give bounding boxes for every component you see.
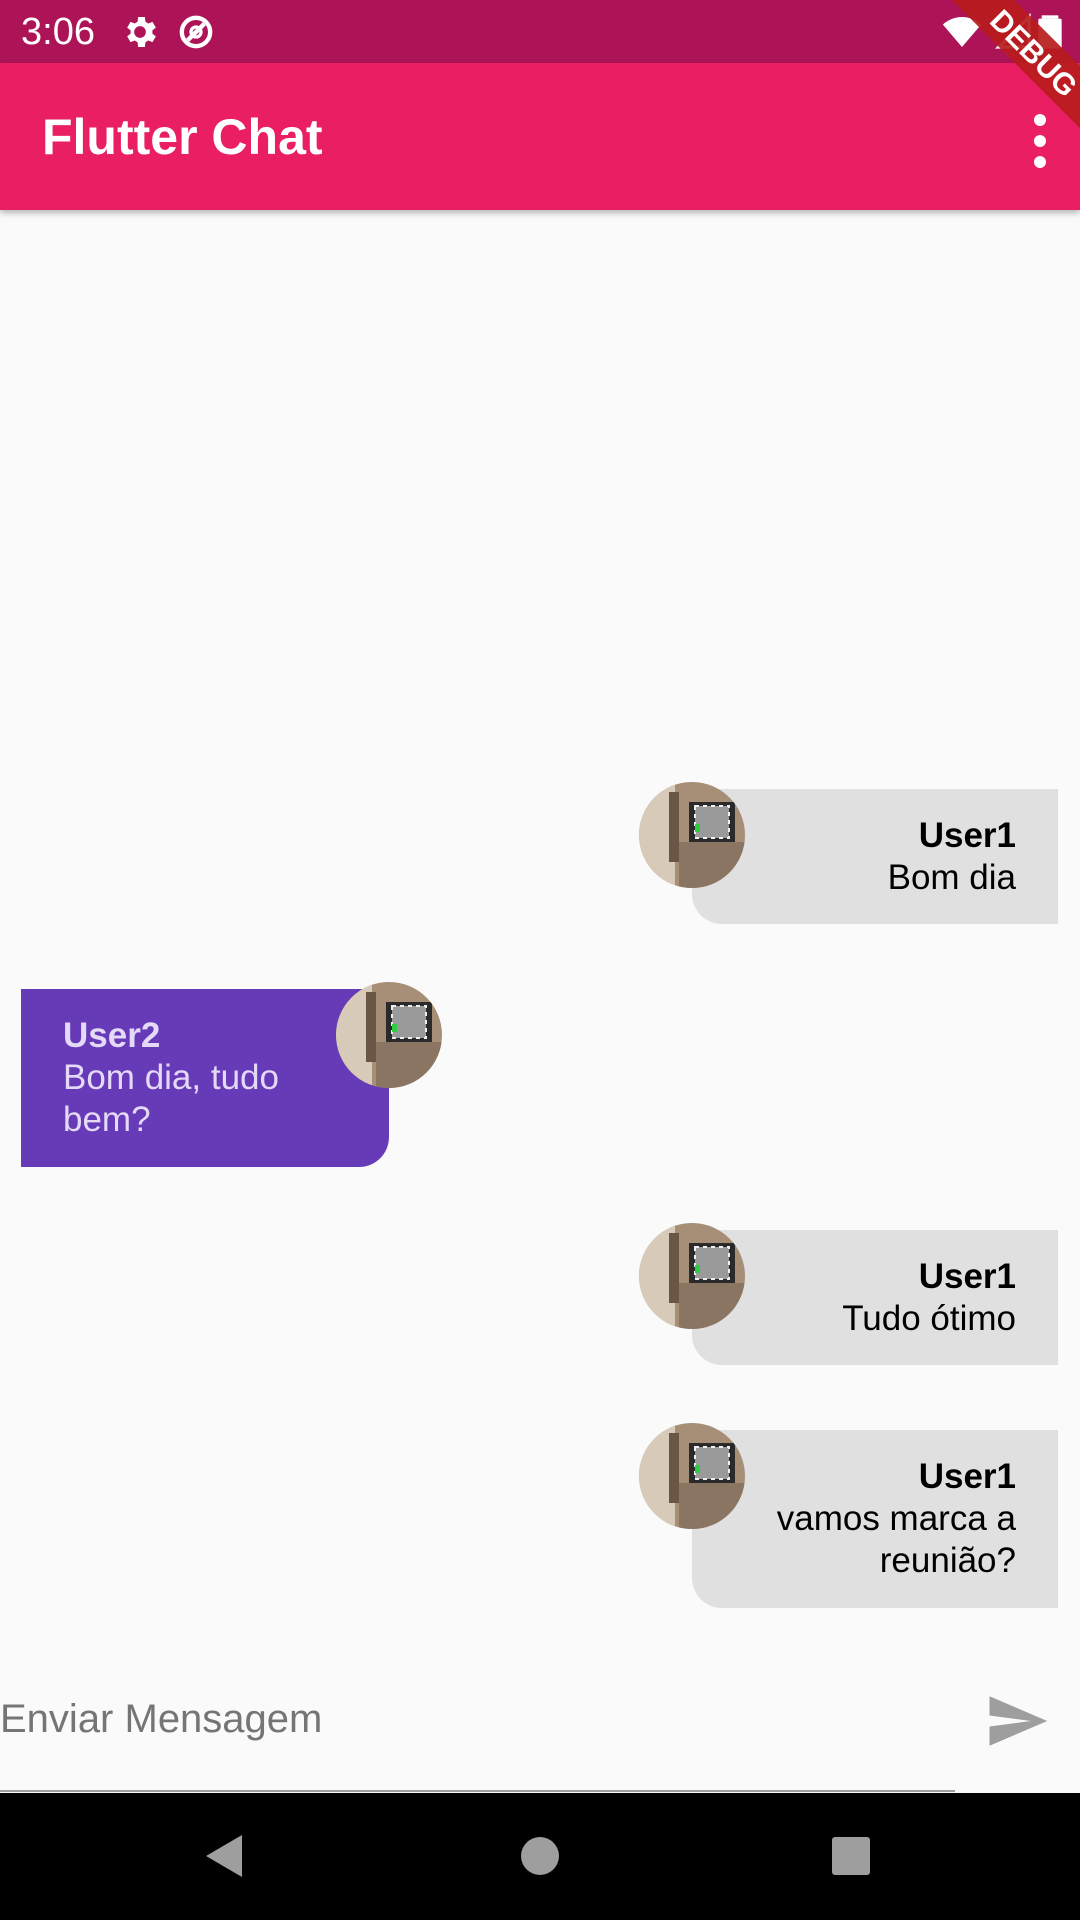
message-bubble: User1 Bom dia (692, 789, 1058, 924)
status-time: 3:06 (21, 11, 95, 53)
wifi-icon (942, 12, 982, 52)
message-bubble: User2 Bom dia, tudo bem? (21, 989, 389, 1167)
user2-avatar (336, 982, 442, 1088)
message-bubble: User1 Tudo ótimo (692, 1230, 1058, 1365)
message-bubble: User1 vamos marca a reunião? (692, 1430, 1058, 1608)
data-saver-icon (176, 12, 216, 52)
message-text: Bom dia (887, 858, 1016, 897)
battery-icon (1030, 12, 1070, 52)
signal-icon (994, 12, 1034, 52)
input-underline (0, 1790, 955, 1792)
message-username: User1 (918, 1457, 1016, 1496)
message-composer (0, 1660, 1080, 1792)
send-icon[interactable] (984, 1688, 1050, 1754)
more-vert-icon[interactable] (1006, 105, 1066, 177)
navigation-bar (0, 1793, 1080, 1920)
user1-avatar (639, 782, 745, 888)
status-bar: 3:06 (0, 0, 1080, 63)
home-icon[interactable] (515, 1831, 565, 1881)
message-text: Bom dia, tudo bem? (63, 1058, 279, 1139)
message-text: vamos marca a reunião? (776, 1499, 1016, 1580)
app-bar: Flutter Chat (0, 63, 1080, 210)
recents-icon[interactable] (826, 1831, 876, 1881)
back-icon[interactable] (200, 1831, 250, 1881)
gear-icon (120, 12, 160, 52)
user1-avatar (639, 1423, 745, 1529)
user1-avatar (639, 1223, 745, 1329)
app-bar-title: Flutter Chat (42, 109, 323, 165)
message-input[interactable] (0, 1684, 950, 1754)
message-text: Tudo ótimo (842, 1299, 1016, 1338)
chat-list[interactable]: User1 Bom dia User2 Bom dia, tudo bem? U… (0, 210, 1080, 1650)
